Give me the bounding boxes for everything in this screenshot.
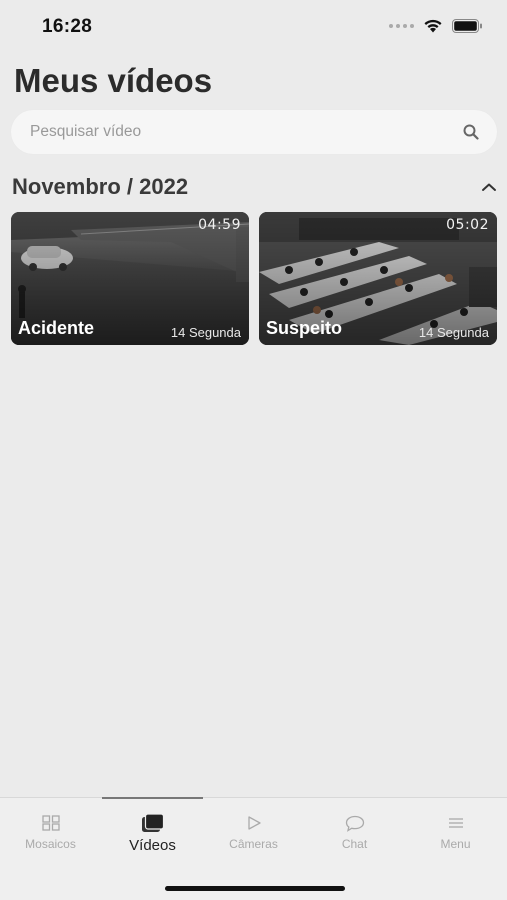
tab-bar: Mosaicos Vídeos Câmeras Chat Menu <box>0 797 507 900</box>
search-bar[interactable] <box>11 110 497 154</box>
video-date: 14 Segunda <box>170 325 241 340</box>
search-icon[interactable] <box>463 124 479 140</box>
tab-label: Chat <box>341 837 368 851</box>
tab-mosaicos[interactable]: Mosaicos <box>0 812 101 851</box>
video-card-suspeito[interactable]: 05:02 Suspeito 14 Segunda <box>259 212 497 345</box>
tab-label: Câmeras <box>229 837 278 851</box>
video-duration: 04:59 <box>198 217 241 233</box>
wifi-icon <box>424 19 442 33</box>
video-title: Acidente <box>18 318 95 338</box>
tab-cameras[interactable]: Câmeras <box>203 812 304 851</box>
play-icon <box>246 812 262 834</box>
section-title: Novembro / 2022 <box>12 174 189 199</box>
video-date: 14 Segunda <box>418 325 489 340</box>
video-duration: 05:02 <box>446 217 489 233</box>
cellular-signal-icon <box>389 23 414 28</box>
tab-label: Vídeos <box>129 837 176 854</box>
menu-icon <box>448 812 464 834</box>
tab-label: Menu <box>440 837 471 851</box>
status-icons <box>389 18 483 33</box>
home-indicator[interactable] <box>165 886 345 891</box>
grid-icon <box>41 812 60 834</box>
tab-label: Mosaicos <box>25 837 76 851</box>
videos-icon <box>141 812 165 834</box>
status-time: 16:28 <box>42 16 93 37</box>
video-title: Suspeito <box>266 318 343 338</box>
video-card-acidente[interactable]: 04:59 Acidente 14 Segunda <box>11 212 249 345</box>
page-title: Meus vídeos <box>14 62 213 99</box>
section-header[interactable]: Novembro / 2022 <box>12 172 497 202</box>
tab-chat[interactable]: Chat <box>304 812 405 851</box>
battery-icon <box>452 18 482 33</box>
tab-videos[interactable]: Vídeos <box>102 812 203 854</box>
search-input[interactable] <box>30 123 463 141</box>
status-bar: 16:28 <box>0 0 507 52</box>
active-tab-indicator <box>102 797 203 799</box>
tab-menu[interactable]: Menu <box>405 812 506 851</box>
chevron-up-icon[interactable] <box>481 182 497 192</box>
chat-bubble-icon <box>345 812 365 834</box>
